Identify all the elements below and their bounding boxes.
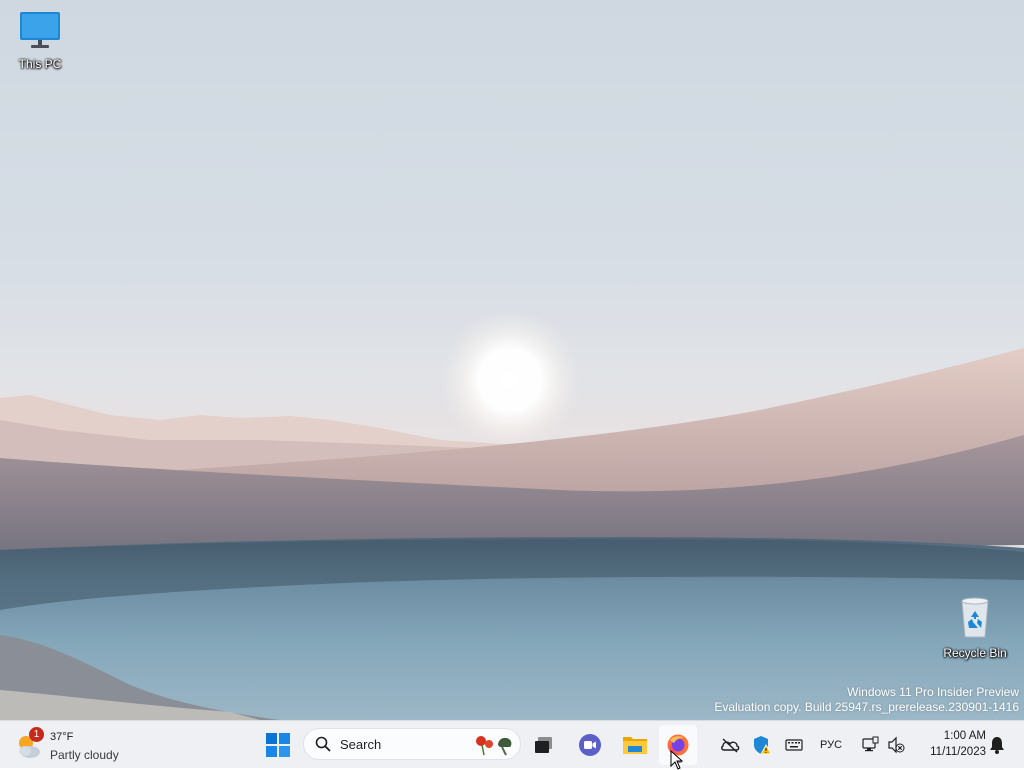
touch-keyboard-button[interactable]	[782, 731, 806, 759]
security-button[interactable]	[750, 731, 774, 759]
search-icon	[315, 736, 331, 752]
search-placeholder: Search	[340, 737, 382, 752]
this-pc-label: This PC	[18, 57, 62, 71]
desktop: This PC Recycle Bin Windows 11 Pro Insid…	[0, 0, 1024, 720]
search-box[interactable]: Search	[303, 728, 521, 760]
meet-button[interactable]	[571, 725, 609, 765]
onedrive-button[interactable]	[718, 731, 742, 759]
watermark-line-2: Evaluation copy. Build 25947.rs_prerelea…	[714, 700, 1019, 714]
notifications-button[interactable]	[986, 731, 1008, 759]
language-label: РУС	[819, 739, 843, 751]
folder-icon	[623, 737, 647, 754]
weather-badge: 1	[29, 727, 44, 742]
task-view-icon	[535, 737, 552, 753]
windows-logo-icon	[266, 733, 290, 757]
start-button[interactable]	[259, 725, 297, 765]
clock[interactable]: 1:00 AM 11/11/2023	[912, 728, 986, 760]
defender-warning-icon	[754, 736, 772, 755]
task-view-button[interactable]	[525, 725, 563, 765]
weather-widget[interactable]: 1 37°F Partly cloudy	[12, 725, 142, 765]
volume-muted-icon	[888, 736, 905, 754]
this-pc-shortcut[interactable]: This PC	[2, 10, 78, 71]
video-chat-icon	[579, 734, 601, 756]
evaluation-watermark: Windows 11 Pro Insider Preview Evaluatio…	[714, 685, 1019, 715]
file-explorer-button[interactable]	[616, 725, 654, 765]
recycle-bin-shortcut[interactable]: Recycle Bin	[937, 595, 1013, 660]
language-switcher[interactable]: РУС	[815, 731, 847, 759]
sun-glow	[440, 310, 580, 450]
clock-time: 1:00 AM	[943, 730, 986, 742]
search-highlight-poppy-icon	[476, 736, 512, 756]
wallpaper	[0, 310, 1024, 720]
keyboard-icon	[785, 739, 803, 751]
monitor-icon	[20, 12, 60, 48]
weather-condition: Partly cloudy	[50, 748, 119, 762]
network-button[interactable]	[858, 731, 882, 759]
onedrive-offline-icon	[721, 738, 740, 753]
taskbar: 1 37°F Partly cloudy Search РУС 1:00 AM …	[0, 720, 1024, 768]
notification-bell-icon	[990, 737, 1004, 754]
recycle-bin-label: Recycle Bin	[943, 646, 1007, 660]
clock-date: 11/11/2023	[930, 746, 986, 758]
watermark-line-1: Windows 11 Pro Insider Preview	[847, 685, 1019, 699]
weather-temperature: 37°F	[50, 731, 74, 743]
volume-button[interactable]	[884, 731, 908, 759]
network-icon	[862, 736, 879, 752]
mouse-cursor-icon	[670, 750, 684, 770]
recycle-bin-icon	[961, 597, 989, 638]
